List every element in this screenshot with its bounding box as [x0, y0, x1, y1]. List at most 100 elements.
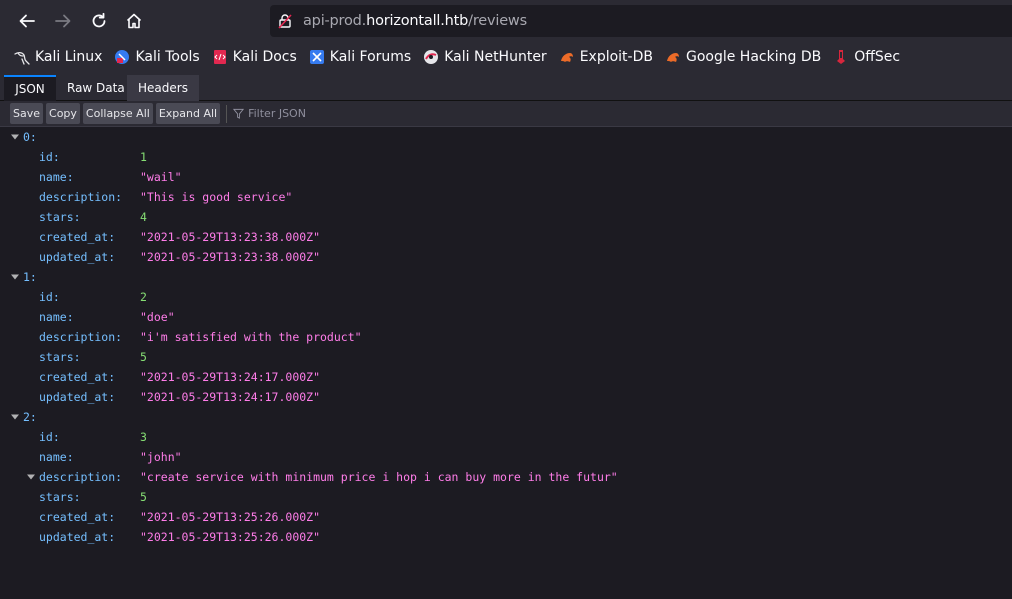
- filter-icon: [233, 108, 245, 119]
- tab-headers[interactable]: Headers: [127, 75, 199, 101]
- arrow-left-icon: [19, 14, 35, 28]
- json-index: 2:: [23, 410, 37, 424]
- bookmark-label: Exploit-DB: [579, 49, 653, 65]
- url-path: /reviews: [468, 13, 527, 29]
- tab-json[interactable]: JSON: [4, 75, 56, 101]
- bookmark-label: OffSec: [854, 49, 901, 65]
- bookmark-exploit-db[interactable]: Exploit-DB: [559, 49, 653, 65]
- json-property-row[interactable]: name: "john": [0, 447, 1012, 467]
- json-key: id:: [39, 290, 60, 304]
- filter-placeholder: Filter JSON: [248, 107, 306, 120]
- json-index: 0:: [23, 130, 37, 144]
- json-key: created_at:: [39, 510, 116, 524]
- kali-forums-icon: [309, 49, 325, 65]
- bookmark-kali-nethunter[interactable]: Kali NetHunter: [423, 49, 547, 65]
- url-prefix: api-prod.: [303, 13, 367, 29]
- bookmark-label: Google Hacking DB: [685, 49, 822, 65]
- expand-all-button[interactable]: Expand All: [155, 103, 221, 124]
- json-property-row[interactable]: stars: 5: [0, 487, 1012, 507]
- json-array-item[interactable]: 0:: [0, 127, 1012, 147]
- home-button[interactable]: [119, 6, 149, 36]
- json-value: "i'm satisfied with the product": [140, 330, 362, 344]
- page-info-icon[interactable]: [277, 13, 293, 29]
- json-value: "2021-05-29T13:23:38.000Z": [140, 250, 321, 264]
- json-property-row[interactable]: name: "doe": [0, 307, 1012, 327]
- json-value: "2021-05-29T13:24:17.000Z": [140, 390, 321, 404]
- back-button[interactable]: [12, 6, 42, 36]
- bookmarks-toolbar: Kali Linux Kali Tools Kali Docs Kali For…: [0, 43, 1012, 71]
- bookmark-label: Kali Docs: [232, 49, 297, 65]
- json-key: id:: [39, 430, 60, 444]
- json-property-row[interactable]: updated_at: "2021-05-29T13:25:26.000Z": [0, 527, 1012, 547]
- json-property-row[interactable]: stars: 5: [0, 347, 1012, 367]
- toolbar-divider: [226, 104, 228, 123]
- json-property-row[interactable]: id: 2: [0, 287, 1012, 307]
- json-key: description:: [39, 470, 123, 484]
- expand-toggle-icon[interactable]: [10, 272, 20, 282]
- json-value: "2021-05-29T13:25:26.000Z": [140, 530, 321, 544]
- json-value: 3: [140, 430, 147, 444]
- copy-button[interactable]: Copy: [46, 103, 80, 124]
- json-property-row[interactable]: description: "i'm satisfied with the prod…: [0, 327, 1012, 347]
- save-button[interactable]: Save: [10, 103, 44, 124]
- json-property-row[interactable]: created_at: "2021-05-29T13:24:17.000Z": [0, 367, 1012, 387]
- kali-tools-icon: [114, 49, 130, 65]
- json-array-item[interactable]: 1:: [0, 267, 1012, 287]
- json-key: name:: [39, 170, 74, 184]
- bookmark-offsec[interactable]: OffSec: [833, 49, 900, 65]
- json-property-row[interactable]: description: "create service with minimum…: [0, 467, 1012, 487]
- bookmark-kali-forums[interactable]: Kali Forums: [309, 49, 411, 65]
- json-property-row[interactable]: stars: 4: [0, 207, 1012, 227]
- arrow-right-icon: [55, 14, 71, 28]
- json-property-row[interactable]: id: 1: [0, 147, 1012, 167]
- bookmark-kali-tools[interactable]: Kali Tools: [114, 49, 200, 65]
- json-value: 5: [140, 490, 147, 504]
- reload-icon: [92, 12, 106, 28]
- expand-toggle-icon[interactable]: [10, 412, 20, 422]
- json-property-row[interactable]: name: "wail": [0, 167, 1012, 187]
- json-property-row[interactable]: updated_at: "2021-05-29T13:23:38.000Z": [0, 247, 1012, 267]
- json-key: stars:: [39, 350, 81, 364]
- json-property-row[interactable]: description: "This is good service": [0, 187, 1012, 207]
- address-bar[interactable]: api-prod.horizontall.htb/reviews: [270, 5, 1012, 37]
- bookmark-label: Kali Tools: [135, 49, 200, 65]
- json-key: updated_at:: [39, 250, 116, 264]
- url-text[interactable]: api-prod.horizontall.htb/reviews: [303, 13, 527, 29]
- json-key: updated_at:: [39, 530, 116, 544]
- bookmark-label: Kali NetHunter: [444, 49, 547, 65]
- json-value: "wail": [140, 170, 182, 184]
- forward-button[interactable]: [48, 6, 78, 36]
- kali-docs-icon: [212, 49, 228, 65]
- home-icon: [126, 13, 142, 29]
- tab-raw-data[interactable]: Raw Data: [56, 75, 136, 101]
- json-property-row[interactable]: created_at: "2021-05-29T13:23:38.000Z": [0, 227, 1012, 247]
- viewer-tabs: JSON Raw Data Headers: [0, 71, 1012, 101]
- reload-button[interactable]: [84, 6, 114, 36]
- json-property-row[interactable]: created_at: "2021-05-29T13:25:26.000Z": [0, 507, 1012, 527]
- ghdb-icon: [665, 49, 681, 65]
- bookmark-label: Kali Forums: [329, 49, 412, 65]
- json-value: "john": [140, 450, 182, 464]
- json-value: "2021-05-29T13:23:38.000Z": [140, 230, 321, 244]
- json-array-item[interactable]: 2:: [0, 407, 1012, 427]
- json-key: name:: [39, 310, 74, 324]
- expand-toggle-icon[interactable]: [26, 472, 36, 482]
- collapse-all-button[interactable]: Collapse All: [82, 103, 153, 124]
- bookmark-google-hacking-db[interactable]: Google Hacking DB: [665, 49, 821, 65]
- json-key: updated_at:: [39, 390, 116, 404]
- json-key: description:: [39, 190, 123, 204]
- json-value: 4: [140, 210, 147, 224]
- bookmark-kali-docs[interactable]: Kali Docs: [212, 49, 297, 65]
- json-value: "doe": [140, 310, 175, 324]
- json-key: stars:: [39, 490, 81, 504]
- bookmark-kali-linux[interactable]: Kali Linux: [14, 49, 102, 65]
- json-property-row[interactable]: updated_at: "2021-05-29T13:24:17.000Z": [0, 387, 1012, 407]
- json-value: "create service with minimum price i hop…: [140, 470, 618, 484]
- expand-toggle-icon[interactable]: [10, 132, 20, 142]
- json-property-row[interactable]: id: 3: [0, 427, 1012, 447]
- json-value: 2: [140, 290, 147, 304]
- exploit-db-icon: [559, 49, 575, 65]
- json-key: id:: [39, 150, 60, 164]
- json-key: stars:: [39, 210, 81, 224]
- filter-json-input[interactable]: Filter JSON: [233, 107, 306, 120]
